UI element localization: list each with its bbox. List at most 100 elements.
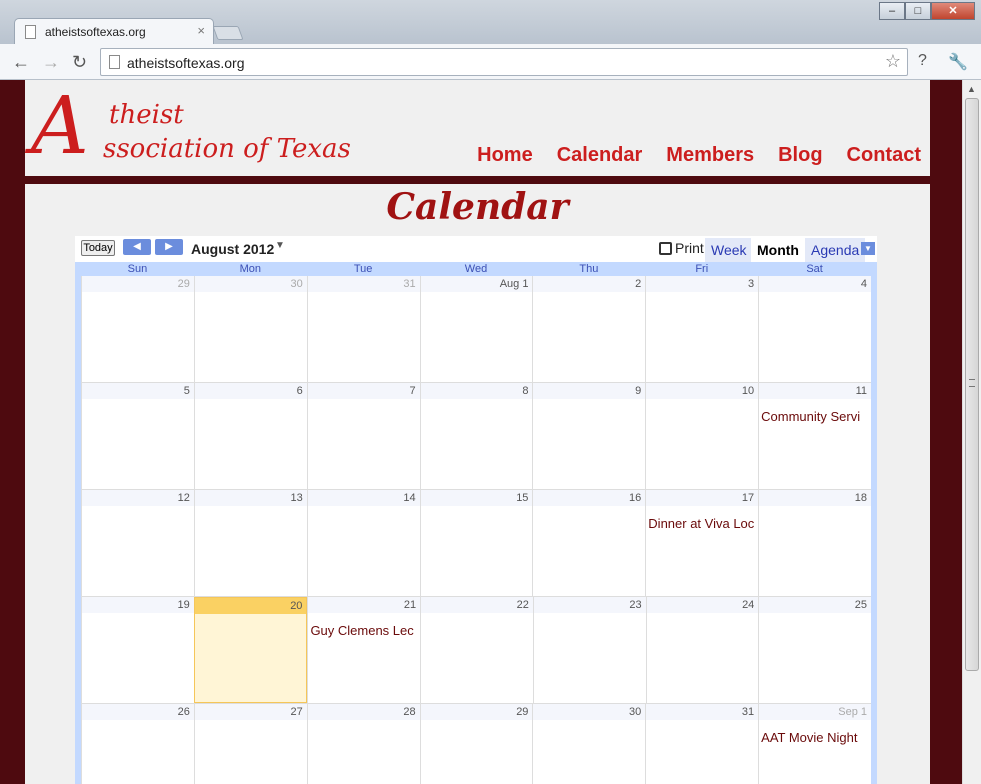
nav-blog[interactable]: Blog bbox=[778, 144, 822, 167]
day-number[interactable]: 29 bbox=[82, 276, 194, 292]
day-cell[interactable]: 28 bbox=[306, 704, 420, 784]
day-number[interactable]: 19 bbox=[82, 597, 194, 613]
day-number[interactable]: 29 bbox=[420, 704, 533, 720]
calendar-event[interactable]: AAT Movie Night bbox=[761, 730, 871, 745]
next-month-button[interactable]: ▶ bbox=[155, 239, 183, 255]
day-cell[interactable]: 14 bbox=[306, 490, 420, 596]
day-cell[interactable]: 2 bbox=[532, 276, 646, 382]
day-cell[interactable]: 23 bbox=[532, 597, 646, 703]
scroll-thumb[interactable] bbox=[965, 98, 979, 671]
reload-icon[interactable]: ↻ bbox=[72, 52, 87, 73]
day-number[interactable]: 13 bbox=[194, 490, 307, 506]
day-cell[interactable]: 29 bbox=[81, 276, 194, 382]
nav-contact[interactable]: Contact bbox=[847, 144, 921, 167]
wrench-icon[interactable]: 🔧 bbox=[948, 52, 968, 72]
day-cell[interactable]: Aug 1 bbox=[419, 276, 533, 382]
nav-members[interactable]: Members bbox=[666, 144, 754, 167]
printer-icon[interactable] bbox=[659, 242, 672, 255]
day-number[interactable]: 27 bbox=[194, 704, 307, 720]
tab-close-icon[interactable]: × bbox=[197, 23, 205, 38]
day-cell[interactable]: 22 bbox=[420, 597, 533, 703]
address-bar[interactable]: atheistsoftexas.org ☆ bbox=[100, 48, 908, 76]
day-number[interactable]: 9 bbox=[533, 383, 646, 399]
print-link[interactable]: Print bbox=[675, 240, 704, 256]
day-cell[interactable]: 5 bbox=[81, 383, 194, 489]
day-cell[interactable]: 31 bbox=[306, 276, 420, 382]
day-cell[interactable]: 24 bbox=[645, 597, 759, 703]
calendar-event[interactable]: Community Servi bbox=[761, 409, 871, 424]
day-number[interactable]: 2 bbox=[533, 276, 646, 292]
tab-week[interactable]: Week bbox=[705, 238, 753, 262]
nav-home[interactable]: Home bbox=[477, 144, 533, 167]
scroll-up-arrow-icon[interactable]: ▲ bbox=[967, 84, 976, 94]
day-number[interactable]: 4 bbox=[759, 276, 872, 292]
calendar-event[interactable]: Guy Clemens Lec bbox=[310, 623, 420, 638]
day-cell[interactable]: 7 bbox=[306, 383, 420, 489]
vertical-scrollbar[interactable]: ▲ bbox=[962, 80, 981, 784]
day-cell[interactable]: 19 bbox=[81, 597, 194, 703]
day-number[interactable]: 14 bbox=[307, 490, 420, 506]
day-number[interactable]: 25 bbox=[759, 597, 872, 613]
day-cell[interactable]: 10 bbox=[645, 383, 759, 489]
day-number[interactable]: 24 bbox=[646, 597, 759, 613]
day-cell[interactable]: 11 Community Servi bbox=[758, 383, 872, 489]
day-number[interactable]: 23 bbox=[533, 597, 646, 613]
url-text[interactable]: atheistsoftexas.org bbox=[127, 55, 245, 71]
day-cell[interactable]: 31 bbox=[645, 704, 759, 784]
day-number[interactable]: 5 bbox=[82, 383, 194, 399]
day-cell[interactable]: 6 bbox=[193, 383, 307, 489]
day-number[interactable]: 22 bbox=[421, 597, 533, 613]
day-number[interactable]: 15 bbox=[420, 490, 533, 506]
day-number[interactable]: 16 bbox=[533, 490, 646, 506]
new-tab-button[interactable] bbox=[212, 26, 244, 40]
month-dropdown-icon[interactable]: ▼ bbox=[275, 240, 285, 251]
day-cell[interactable]: 29 bbox=[419, 704, 533, 784]
day-cell[interactable]: 12 bbox=[81, 490, 194, 596]
today-button[interactable]: Today bbox=[81, 240, 115, 256]
day-cell[interactable]: 18 bbox=[758, 490, 872, 596]
day-cell[interactable]: 8 bbox=[419, 383, 533, 489]
view-dropdown-icon[interactable]: ▼ bbox=[861, 242, 875, 255]
day-cell[interactable]: 15 bbox=[419, 490, 533, 596]
day-cell[interactable]: 16 bbox=[532, 490, 646, 596]
day-cell[interactable]: 30 bbox=[193, 276, 307, 382]
day-cell[interactable]: Sep 1 AAT Movie Night bbox=[758, 704, 872, 784]
day-cell[interactable]: 4 bbox=[758, 276, 872, 382]
day-number[interactable]: 17 bbox=[646, 490, 759, 506]
day-number[interactable]: 7 bbox=[307, 383, 420, 399]
day-cell[interactable]: 21 Guy Clemens Lec bbox=[307, 597, 421, 703]
day-cell[interactable]: 9 bbox=[532, 383, 646, 489]
nav-calendar[interactable]: Calendar bbox=[557, 144, 643, 167]
day-number[interactable]: 11 bbox=[759, 383, 872, 399]
tab-month[interactable]: Month bbox=[751, 238, 805, 262]
tab-agenda[interactable]: Agenda bbox=[805, 238, 866, 262]
day-number[interactable]: 31 bbox=[307, 276, 420, 292]
day-number[interactable]: 26 bbox=[82, 704, 194, 720]
close-window-button[interactable]: ✕ bbox=[931, 2, 975, 20]
day-number[interactable]: 31 bbox=[646, 704, 759, 720]
day-number[interactable]: Aug 1 bbox=[420, 276, 533, 292]
day-number[interactable]: 6 bbox=[194, 383, 307, 399]
day-cell[interactable]: 27 bbox=[193, 704, 307, 784]
day-number[interactable]: 21 bbox=[308, 597, 421, 613]
day-number[interactable]: 8 bbox=[420, 383, 533, 399]
day-number[interactable]: 18 bbox=[759, 490, 872, 506]
day-cell[interactable]: 17 Dinner at Viva Loc bbox=[645, 490, 759, 596]
prev-month-button[interactable]: ◀ bbox=[123, 239, 151, 255]
calendar-event[interactable]: Dinner at Viva Loc bbox=[648, 516, 758, 531]
day-cell[interactable]: 13 bbox=[193, 490, 307, 596]
day-cell-today[interactable]: 20 bbox=[193, 597, 308, 703]
browser-tab[interactable]: atheistsoftexas.org × bbox=[14, 18, 214, 44]
forward-icon[interactable]: → bbox=[42, 52, 60, 73]
day-number[interactable]: 30 bbox=[194, 276, 307, 292]
bookmark-star-icon[interactable]: ☆ bbox=[885, 51, 901, 72]
day-number[interactable]: 3 bbox=[646, 276, 759, 292]
site-logo[interactable]: A theist ssociation of Texas bbox=[25, 86, 385, 170]
back-icon[interactable]: ← bbox=[12, 52, 30, 73]
day-number[interactable]: 10 bbox=[646, 383, 759, 399]
day-number[interactable]: 12 bbox=[82, 490, 194, 506]
day-number[interactable]: 20 bbox=[194, 598, 307, 614]
day-number[interactable]: 28 bbox=[307, 704, 420, 720]
minimize-button[interactable]: – bbox=[879, 2, 905, 20]
maximize-button[interactable]: □ bbox=[905, 2, 931, 20]
